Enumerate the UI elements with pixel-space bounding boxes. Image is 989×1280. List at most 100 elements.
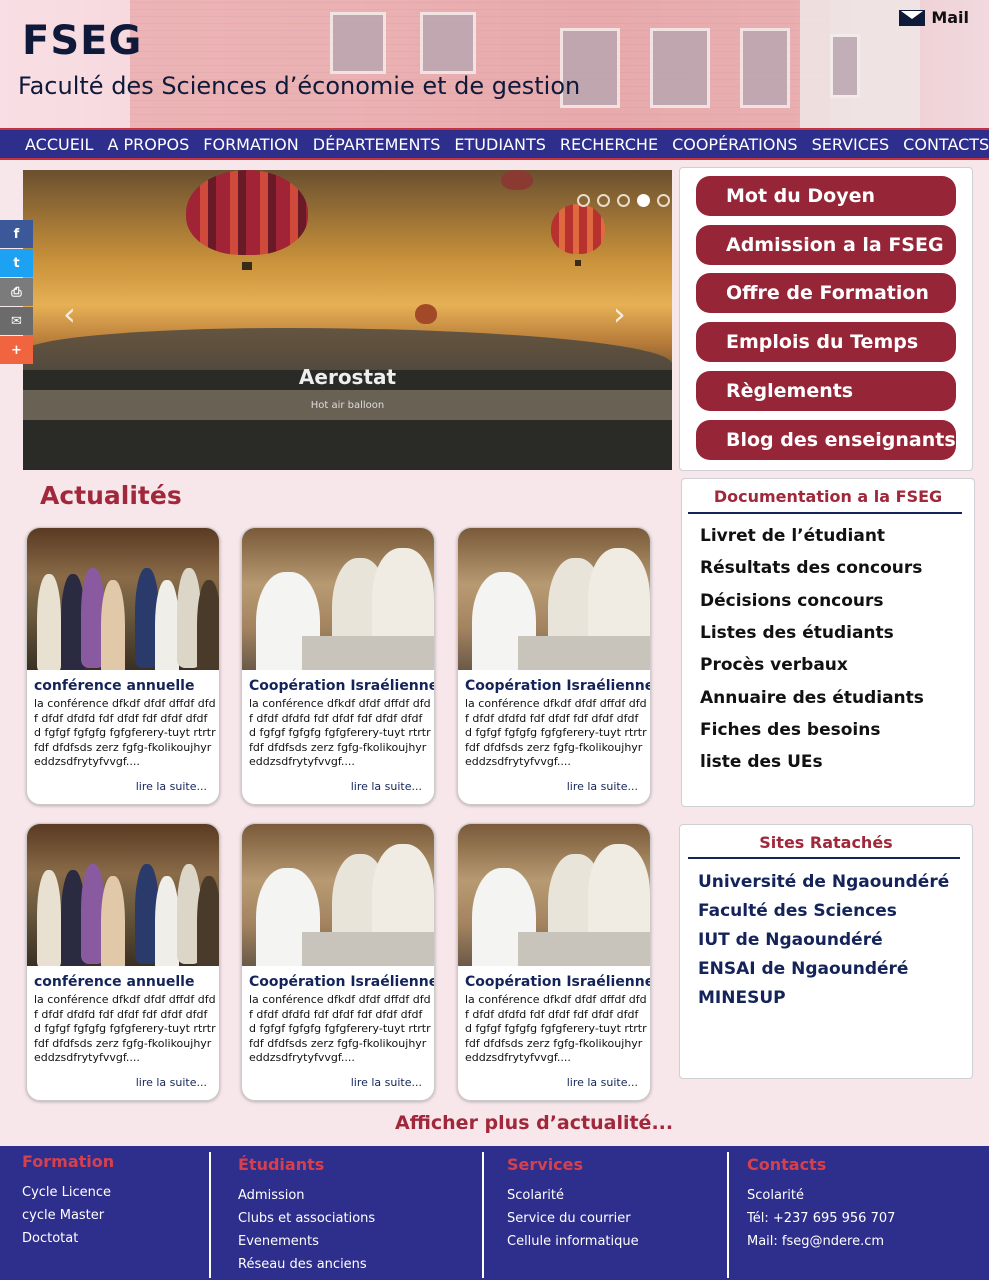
carousel-dot[interactable] [597, 194, 610, 207]
balloon-distant [415, 304, 437, 324]
share-toolbar: f t ⎙ ✉ + [0, 220, 33, 365]
news-card-title[interactable]: conférence annuelle [34, 974, 194, 990]
footer-divider [482, 1152, 484, 1278]
read-more-link[interactable]: lire la suite... [136, 780, 207, 793]
news-card-excerpt: la conférence dfkdf dfdf dffdf dfdf dfdf… [465, 993, 647, 1064]
news-card[interactable]: conférence annuelle la conférence dfkdf d… [26, 527, 220, 805]
documentation-link[interactable]: Procès verbaux [700, 655, 848, 675]
footer-link[interactable]: Admission [238, 1184, 375, 1207]
news-card-title[interactable]: Coopération Israélienne [249, 974, 434, 990]
mail-label: Mail [931, 8, 969, 27]
print-icon[interactable]: ⎙ [0, 278, 33, 306]
news-card-excerpt: la conférence dfkdf dfdf dffdf dfdf dfdf… [34, 697, 216, 768]
nav-item-a-propos[interactable]: A PROPOS [100, 135, 196, 154]
mail-link[interactable]: Mail [899, 8, 969, 27]
news-photo-meeting[interactable] [458, 824, 650, 966]
news-card-title[interactable]: Coopération Israélienne [249, 678, 434, 694]
news-card[interactable]: conférence annuelle la conférence dfkdf d… [26, 823, 220, 1101]
documentation-link[interactable]: Listes des étudiants [700, 623, 894, 643]
news-photo-meeting[interactable] [242, 528, 434, 670]
news-card[interactable]: Coopération Israélienne la conférence dfk… [457, 823, 651, 1101]
affiliated-site-link[interactable]: ENSAI de Ngaoundéré [698, 959, 908, 979]
nav-item-coop-rations[interactable]: COOPÉRATIONS [665, 135, 805, 154]
news-card-excerpt: la conférence dfkdf dfdf dffdf dfdf dfdf… [34, 993, 216, 1064]
balloon-medium [551, 204, 605, 266]
footer-link[interactable]: Réseau des anciens [238, 1253, 375, 1276]
footer-link[interactable]: cycle Master [22, 1204, 114, 1227]
news-card[interactable]: Coopération Israélienne la conférence dfk… [241, 823, 435, 1101]
news-card-title[interactable]: conférence annuelle [34, 678, 194, 694]
nav-item-etudiants[interactable]: ETUDIANTS [447, 135, 552, 154]
affiliated-sites-panel: Sites Ratachés Université de Ngaoundéré F… [679, 824, 973, 1079]
footer-link[interactable]: Scolarité [747, 1184, 895, 1207]
facebook-icon[interactable]: f [0, 220, 33, 248]
footer-link[interactable]: Clubs et associations [238, 1207, 375, 1230]
footer-column-title: Contacts [747, 1155, 827, 1174]
quick-link-button[interactable]: Blog des enseignants [696, 419, 956, 460]
quick-link-button[interactable]: Emplois du Temps [696, 322, 956, 363]
read-more-link[interactable]: lire la suite... [136, 1076, 207, 1089]
slide-caption-subtitle: Hot air balloon [310, 400, 385, 411]
news-photo-group[interactable] [27, 824, 219, 966]
footer-link[interactable]: Service du courrier [507, 1207, 639, 1230]
nav-item-services[interactable]: SERVICES [805, 135, 897, 154]
envelope-icon [899, 9, 926, 26]
read-more-link[interactable]: lire la suite... [351, 780, 422, 793]
slide-caption-title: Aerostat [298, 365, 397, 389]
affiliated-site-link[interactable]: MINESUP [698, 988, 786, 1008]
documentation-link[interactable]: Annuaire des étudiants [700, 688, 924, 708]
affiliated-site-link[interactable]: Université de Ngaoundéré [698, 872, 949, 892]
header-window [740, 28, 790, 108]
footer-link[interactable]: Mail: fseg@ndere.cm [747, 1230, 895, 1253]
footer-link[interactable]: Scolarité [507, 1184, 639, 1207]
quick-link-button[interactable]: Offre de Formation [696, 273, 956, 314]
news-photo-group[interactable] [27, 528, 219, 670]
header-window [330, 12, 386, 74]
read-more-link[interactable]: lire la suite... [351, 1076, 422, 1089]
documentation-link[interactable]: Décisions concours [700, 591, 884, 611]
nav-item-recherche[interactable]: RECHERCHE [553, 135, 665, 154]
carousel-dot[interactable] [577, 194, 590, 207]
quick-link-button[interactable]: Mot du Doyen [696, 176, 956, 216]
footer-link[interactable]: Tél: +237 695 956 707 [747, 1207, 895, 1230]
news-card-title[interactable]: Coopération Israélienne [465, 678, 650, 694]
show-more-news-link[interactable]: Afficher plus d’actualité... [395, 1112, 673, 1134]
carousel-dot[interactable] [617, 194, 630, 207]
affiliated-site-link[interactable]: IUT de Ngaoundéré [698, 930, 883, 950]
read-more-link[interactable]: lire la suite... [567, 780, 638, 793]
footer-link[interactable]: Doctotat [22, 1227, 114, 1250]
header-window [650, 28, 710, 108]
footer-divider [727, 1152, 729, 1278]
plus-icon[interactable]: + [0, 336, 33, 364]
quick-link-button[interactable]: Admission a la FSEG [696, 224, 956, 265]
site-logo[interactable]: FSEG [22, 18, 142, 64]
carousel-next-icon[interactable]: › [613, 295, 626, 333]
read-more-link[interactable]: lire la suite... [567, 1076, 638, 1089]
documentation-link[interactable]: Résultats des concours [700, 558, 922, 578]
affiliated-sites-divider [688, 857, 960, 859]
footer-divider [209, 1152, 211, 1278]
documentation-link[interactable]: Livret de l’étudiant [700, 526, 885, 546]
nav-item-d-partements[interactable]: DÉPARTEMENTS [306, 135, 448, 154]
news-card[interactable]: Coopération Israélienne la conférence dfk… [241, 527, 435, 805]
affiliated-site-link[interactable]: Faculté des Sciences [698, 901, 897, 921]
carousel-dot[interactable] [637, 194, 650, 207]
footer-link[interactable]: Cellule informatique [507, 1230, 639, 1253]
twitter-icon[interactable]: t [0, 249, 33, 277]
news-card[interactable]: Coopération Israélienne la conférence dfk… [457, 527, 651, 805]
nav-item-formation[interactable]: FORMATION [196, 135, 305, 154]
nav-item-contacts[interactable]: CONTACTS [896, 135, 989, 154]
image-carousel[interactable]: ‹ › Aerostat Hot air balloon [23, 170, 672, 470]
carousel-dot[interactable] [657, 194, 670, 207]
footer-link[interactable]: Evenements [238, 1230, 375, 1253]
news-photo-meeting[interactable] [458, 528, 650, 670]
footer-link[interactable]: Cycle Licence [22, 1181, 114, 1204]
documentation-link[interactable]: Fiches des besoins [700, 720, 880, 740]
carousel-prev-icon[interactable]: ‹ [63, 295, 76, 333]
news-photo-meeting[interactable] [242, 824, 434, 966]
documentation-link[interactable]: liste des UEs [700, 752, 823, 772]
news-card-title[interactable]: Coopération Israélienne [465, 974, 650, 990]
nav-item-accueil[interactable]: ACCUEIL [18, 135, 100, 154]
email-icon[interactable]: ✉ [0, 307, 33, 335]
quick-link-button[interactable]: Règlements [696, 370, 956, 411]
